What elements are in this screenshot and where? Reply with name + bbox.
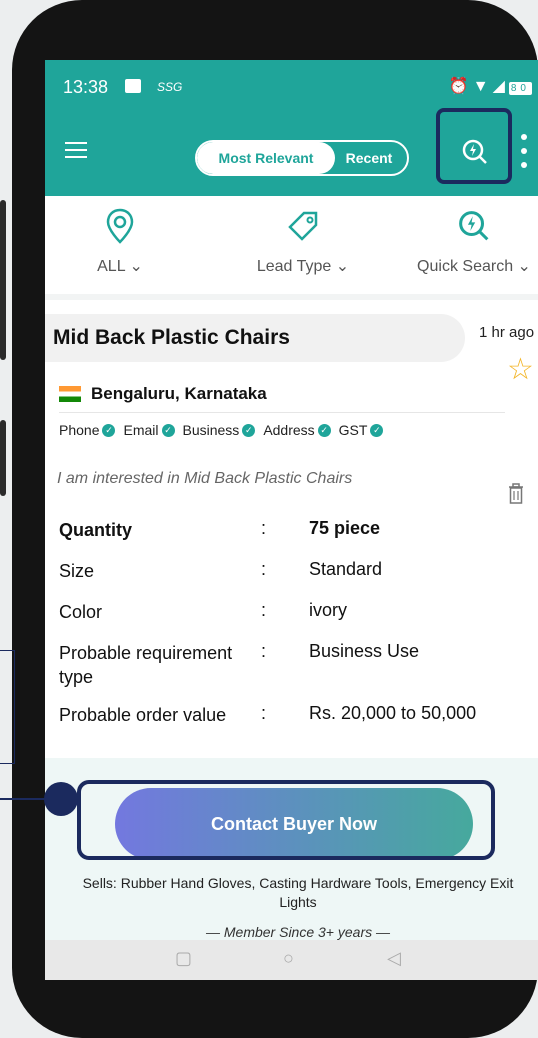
india-flag-icon	[59, 386, 81, 402]
lead-card[interactable]: Mid Back Plastic Chairs 1 hr ago ☆ Benga…	[45, 300, 538, 980]
filter-label: ALL	[97, 258, 125, 275]
detail-row: Probable requirement type : Business Use	[59, 641, 519, 703]
detail-sep: :	[261, 641, 267, 661]
most-relevant-tab[interactable]: Most Relevant	[197, 142, 335, 174]
filter-label: Lead Type	[256, 258, 332, 275]
lead-location: Bengaluru, Karnataka	[59, 384, 267, 404]
verified-business: Business ✓	[183, 422, 256, 438]
detail-sep: :	[261, 559, 267, 579]
check-icon: ✓	[102, 423, 116, 437]
check-icon: ✓	[317, 423, 331, 437]
detail-key: Probable order value	[59, 705, 227, 725]
quick-search-icon	[459, 211, 489, 241]
detail-sep: :	[261, 703, 267, 723]
lead-details: Quantity : 75 piece Size : Standard Colo…	[59, 518, 519, 744]
filter-bar: ALL ⌄ Lead Type ⌄ Quick Search ⌄	[45, 196, 538, 295]
home-icon[interactable]: ○	[283, 948, 294, 969]
chevron-down-icon: ⌄	[513, 258, 531, 275]
detail-key: Quantity	[59, 520, 133, 540]
image-icon	[125, 79, 141, 93]
detail-row: Quantity : 75 piece	[59, 518, 519, 559]
trash-icon[interactable]	[507, 482, 525, 506]
detail-key: Probable requirement type	[59, 643, 233, 687]
detail-value: Standard	[309, 559, 383, 579]
verified-email: Email ✓	[123, 422, 175, 438]
location-pin-icon	[106, 208, 134, 244]
detail-value: Rs. 20,000 to 50,000	[309, 703, 477, 723]
back-icon[interactable]: ◁	[387, 948, 401, 969]
callout-box	[0, 650, 15, 764]
callout-dot	[44, 782, 78, 816]
seller-products: Sells: Rubber Hand Gloves, Casting Hardw…	[82, 875, 514, 910]
tag-icon	[288, 211, 318, 241]
detail-value: Business Use	[309, 641, 420, 661]
location-text: Bengaluru, Karnataka	[91, 384, 267, 403]
lead-list: Mid Back Plastic Chairs 1 hr ago ☆ Benga…	[45, 294, 538, 980]
status-bar: 13:38 SSG ⏰▼◢ 80	[45, 60, 538, 112]
app-bar: Most Relevant Recent	[45, 108, 538, 196]
divider	[59, 412, 505, 413]
detail-key: Color	[59, 602, 103, 622]
system-nav-bar: ▢ ○ ◁	[45, 940, 538, 980]
status-time: 13:38	[63, 77, 109, 97]
detail-row: Color : ivory	[59, 600, 519, 641]
carrier-tag: SSG	[157, 80, 183, 94]
filter-lead-type[interactable]: Lead Type ⌄	[243, 206, 363, 276]
signal-icon: ◢	[492, 78, 509, 95]
hamburger-menu-icon[interactable]	[65, 142, 87, 158]
lead-time-ago: 1 hr ago	[479, 324, 535, 341]
check-icon: ✓	[242, 423, 256, 437]
phone-side-button	[0, 420, 6, 496]
member-since: — Member Since 3+ years —	[205, 924, 390, 940]
callout-line	[0, 798, 46, 800]
filter-quick-search[interactable]: Quick Search ⌄	[409, 206, 538, 276]
lead-title: Mid Back Plastic Chairs	[53, 326, 290, 349]
verified-address: Address ✓	[263, 422, 331, 438]
sort-toggle[interactable]: Most Relevant Recent	[195, 140, 409, 176]
battery-icon: 80	[508, 82, 532, 95]
detail-row: Size : Standard	[59, 559, 519, 600]
detail-sep: :	[261, 600, 267, 620]
filter-label: Quick Search	[417, 258, 514, 275]
status-icons: ⏰▼◢ 80	[449, 76, 532, 96]
chevron-down-icon: ⌄	[125, 258, 143, 275]
recent-tab[interactable]: Recent	[331, 142, 407, 174]
overflow-menu-icon[interactable]	[521, 134, 527, 170]
phone-side-button	[0, 200, 6, 360]
check-icon: ✓	[370, 423, 384, 437]
quick-search-icon[interactable]	[461, 138, 489, 166]
buyer-message: I am interested in Mid Back Plastic Chai…	[57, 470, 353, 487]
verified-gst: GST ✓	[339, 422, 384, 438]
verified-phone: Phone ✓	[59, 422, 116, 438]
detail-sep: :	[261, 518, 267, 538]
detail-value: 75 piece	[309, 518, 381, 538]
check-icon: ✓	[161, 423, 175, 437]
chevron-down-icon: ⌄	[331, 258, 350, 275]
filter-location[interactable]: ALL ⌄	[75, 206, 165, 276]
detail-row: Probable order value : Rs. 20,000 to 50,…	[59, 703, 519, 744]
contact-button-highlight	[77, 780, 495, 860]
wifi-icon: ▼	[472, 78, 493, 95]
app-screen: 13:38 SSG ⏰▼◢ 80 Most Relevant Recent AL…	[45, 60, 538, 980]
phone-frame: 13:38 SSG ⏰▼◢ 80 Most Relevant Recent AL…	[0, 0, 538, 1038]
recents-icon[interactable]: ▢	[175, 948, 192, 969]
detail-value: ivory	[309, 600, 348, 620]
alarm-icon: ⏰	[448, 78, 473, 95]
verification-badges: Phone ✓ Email ✓ Business ✓ Address ✓ GST ✓	[59, 422, 385, 438]
star-icon[interactable]: ☆	[507, 352, 534, 387]
detail-key: Size	[59, 561, 95, 581]
